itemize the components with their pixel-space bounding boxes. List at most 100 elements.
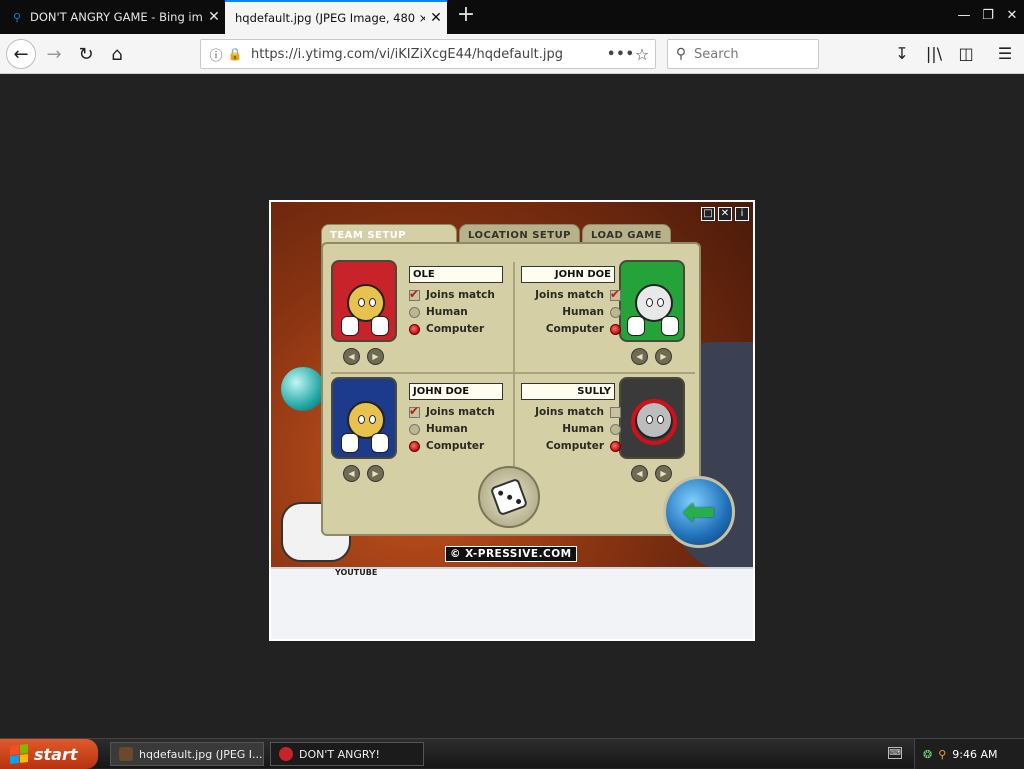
back-button[interactable]: ← xyxy=(6,39,36,69)
back-arrow-button[interactable]: ⬅ xyxy=(663,476,735,548)
human-option[interactable]: Human xyxy=(562,305,621,319)
keyboard-icon[interactable]: ⌨ xyxy=(888,747,902,759)
prev-character-icon[interactable]: ◀ xyxy=(343,348,360,365)
joins-match-option[interactable]: Joins match xyxy=(535,287,621,302)
option-label: Computer xyxy=(545,440,604,452)
option-label: Joins match xyxy=(426,289,495,301)
human-radio[interactable] xyxy=(610,423,621,435)
page-actions-icon[interactable]: ••• xyxy=(607,47,634,62)
prev-character-icon[interactable]: ◀ xyxy=(631,465,648,482)
url-text[interactable]: https://i.ytimg.com/vi/iKIZiXcgE44/hqdef… xyxy=(251,47,607,62)
computer-option[interactable]: Computer xyxy=(546,322,621,336)
prev-character-icon[interactable]: ◀ xyxy=(631,348,648,365)
character-selector: ◀ ▶ xyxy=(631,465,672,482)
network-icon[interactable]: ❂ xyxy=(923,748,932,761)
option-label: Human xyxy=(426,306,468,318)
crystal-orb-art xyxy=(281,367,325,411)
player-name-field[interactable]: SULLY xyxy=(521,383,615,400)
clock[interactable]: 9:46 AM xyxy=(952,748,997,761)
player-name-field[interactable]: JOHN DOE xyxy=(521,266,615,283)
next-character-icon[interactable]: ▶ xyxy=(655,465,672,482)
computer-option[interactable]: Computer xyxy=(409,322,484,336)
download-icon[interactable]: ↧ xyxy=(890,42,914,66)
team-setup-panel: OLE Joins match Human Computer ◀ ▶ xyxy=(321,242,701,536)
restore-icon[interactable]: ❐ xyxy=(978,6,998,26)
windows-logo-icon xyxy=(10,744,28,764)
player-name-field[interactable]: OLE xyxy=(409,266,503,283)
joins-match-checkbox[interactable] xyxy=(409,404,420,418)
computer-radio[interactable] xyxy=(409,323,420,335)
home-icon[interactable]: ⌂ xyxy=(103,40,131,68)
search-icon: ⚲ xyxy=(12,10,22,24)
close-tab-icon[interactable]: ✕ xyxy=(203,9,225,25)
joins-match-checkbox[interactable] xyxy=(610,287,621,301)
minimize-icon[interactable]: — xyxy=(954,6,974,26)
taskbar-item-label: hqdefault.jpg (JPEG I... xyxy=(139,747,263,761)
game-restore-icon[interactable]: □ xyxy=(701,207,715,221)
game-screenshot-image[interactable]: □ ✕ i TEAM SETUP LOCATION SETUP LOAD GAM… xyxy=(269,200,755,641)
joins-match-option[interactable]: Joins match xyxy=(409,404,495,419)
lock-icon[interactable]: 🔒 xyxy=(227,47,243,61)
close-tab-icon[interactable]: ✕ xyxy=(425,10,447,26)
human-radio[interactable] xyxy=(409,423,420,435)
info-icon[interactable]: ⓘ xyxy=(205,45,227,64)
eye xyxy=(358,415,365,424)
game-close-icon[interactable]: ✕ xyxy=(718,207,732,221)
joins-match-checkbox[interactable] xyxy=(610,406,621,418)
tab-title: DON'T ANGRY GAME - Bing images xyxy=(30,10,203,24)
wizard-portrait-blue xyxy=(331,377,397,459)
player-name-field[interactable]: JOHN DOE xyxy=(409,383,503,400)
character-selector: ◀ ▶ xyxy=(343,465,384,482)
computer-option[interactable]: Computer xyxy=(546,439,621,453)
human-option[interactable]: Human xyxy=(562,422,621,436)
game-window-controls: □ ✕ i xyxy=(701,207,749,221)
flag-piece xyxy=(19,744,28,754)
glove xyxy=(341,433,359,453)
character-selector: ◀ ▶ xyxy=(631,348,672,365)
joins-match-option[interactable]: Joins match xyxy=(409,287,495,302)
joins-match-option[interactable]: Joins match xyxy=(535,405,621,419)
tab-hqdefault-image[interactable]: hqdefault.jpg (JPEG Image, 480 × 360 ✕ xyxy=(225,0,447,34)
search-icon[interactable]: ⚲ xyxy=(938,748,946,761)
prev-character-icon[interactable]: ◀ xyxy=(343,465,360,482)
new-tab-button[interactable]: + xyxy=(454,4,478,28)
flag-piece xyxy=(10,745,19,755)
glove xyxy=(341,316,359,336)
dice-pip xyxy=(506,494,513,501)
player-slot-red: OLE Joins match Human Computer ◀ ▶ xyxy=(329,260,517,378)
window-close-icon[interactable]: ✕ xyxy=(1002,6,1022,26)
human-radio[interactable] xyxy=(409,306,420,318)
computer-option[interactable]: Computer xyxy=(409,439,484,453)
address-bar[interactable]: ⓘ 🔒 https://i.ytimg.com/vi/iKIZiXcgE44/h… xyxy=(200,39,656,69)
taskbar-item-image[interactable]: hqdefault.jpg (JPEG I... xyxy=(110,742,264,766)
bookmark-star-icon[interactable]: ☆ xyxy=(629,45,655,64)
player-slot-green: JOHN DOE Joins match Human Computer ◀ ▶ xyxy=(515,260,703,378)
human-radio[interactable] xyxy=(610,306,621,318)
search-input[interactable]: ⚲ Search xyxy=(667,39,819,69)
joins-match-checkbox[interactable] xyxy=(409,287,420,301)
image-viewer: □ ✕ i TEAM SETUP LOCATION SETUP LOAD GAM… xyxy=(0,75,1024,737)
reload-icon[interactable]: ↻ xyxy=(72,40,100,68)
knight-portrait-gray xyxy=(619,377,685,459)
system-tray: ❂ ⚲ 9:46 AM xyxy=(914,739,1024,769)
eye xyxy=(369,298,376,307)
tab-bing-images[interactable]: ⚲ DON'T ANGRY GAME - Bing images ✕ xyxy=(0,0,225,34)
back-arrow-icon: ⬅ xyxy=(682,489,716,535)
next-character-icon[interactable]: ▶ xyxy=(367,348,384,365)
computer-radio[interactable] xyxy=(610,323,621,335)
library-icon[interactable]: ||\ xyxy=(922,42,946,66)
human-option[interactable]: Human xyxy=(409,305,468,319)
computer-radio[interactable] xyxy=(610,440,621,452)
option-label: Human xyxy=(562,306,604,318)
menu-icon[interactable]: ☰ xyxy=(993,42,1017,66)
game-info-icon[interactable]: i xyxy=(735,207,749,221)
computer-radio[interactable] xyxy=(409,440,420,452)
sidebar-icon[interactable]: ◫ xyxy=(954,42,978,66)
next-character-icon[interactable]: ▶ xyxy=(367,465,384,482)
taskbar-item-game[interactable]: DON'T ANGRY! xyxy=(270,742,424,766)
human-option[interactable]: Human xyxy=(409,422,468,436)
forward-button[interactable]: → xyxy=(40,40,68,68)
dice-button[interactable] xyxy=(478,466,540,528)
next-character-icon[interactable]: ▶ xyxy=(655,348,672,365)
start-button[interactable]: start xyxy=(0,739,98,769)
